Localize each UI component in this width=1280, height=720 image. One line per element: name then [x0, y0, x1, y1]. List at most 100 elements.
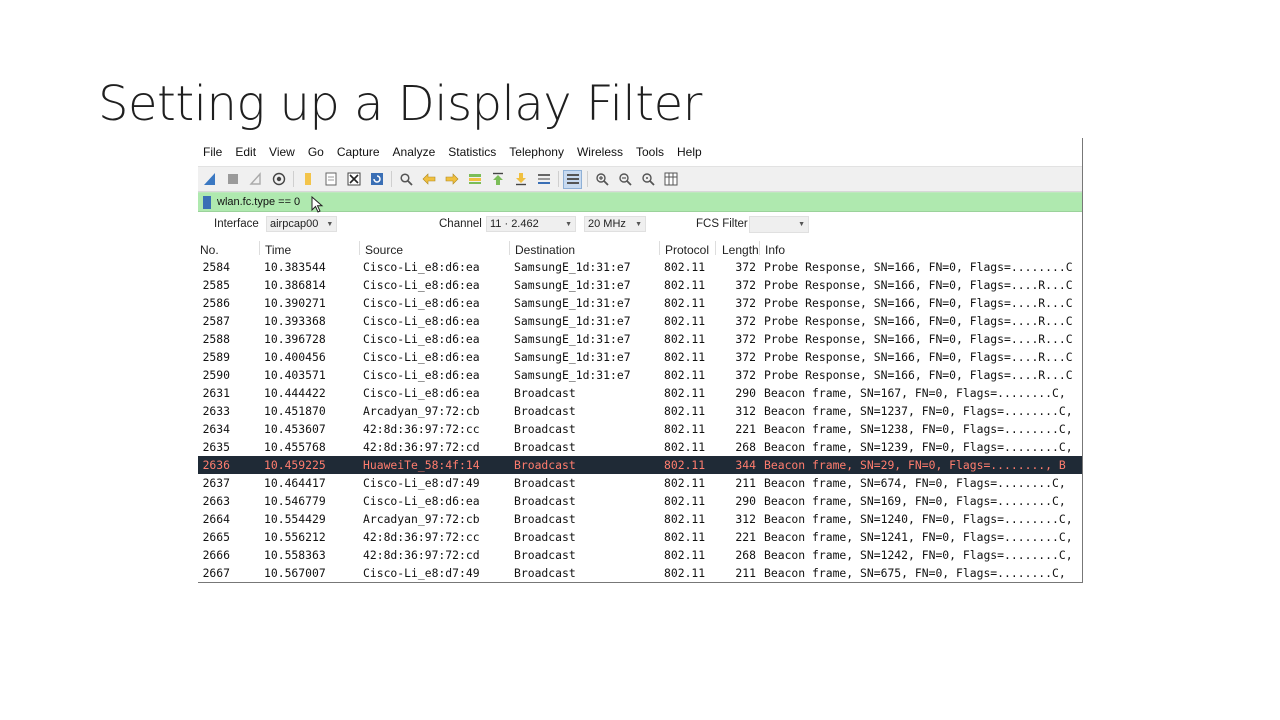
table-row[interactable]: 2584 10.383544 Cisco-Li_e8:d6:ea SamsungE_1…	[198, 258, 1082, 276]
menu-help[interactable]: Help	[677, 145, 702, 159]
packet-time: 10.554429	[264, 512, 326, 526]
menu-view[interactable]: View	[269, 145, 295, 159]
display-filter-input[interactable]: wlan.fc.type == 0	[217, 196, 300, 208]
display-filter-bar[interactable]: wlan.fc.type == 0	[198, 192, 1082, 213]
menu-capture[interactable]: Capture	[337, 145, 380, 159]
shark-fin-start-icon[interactable]	[200, 170, 219, 189]
packet-info: Beacon frame, SN=1242, FN=0, Flags=.....…	[764, 548, 1073, 562]
main-toolbar	[198, 166, 1082, 192]
packet-source: Cisco-Li_e8:d6:ea	[363, 296, 480, 310]
packet-info: Beacon frame, SN=169, FN=0, Flags=......…	[764, 494, 1066, 508]
menu-file[interactable]: File	[203, 145, 222, 159]
packet-protocol: 802.11	[664, 440, 706, 454]
close-file-icon[interactable]	[344, 170, 363, 189]
menu-wireless[interactable]: Wireless	[577, 145, 623, 159]
restart-icon[interactable]	[246, 170, 265, 189]
table-row[interactable]: 2588 10.396728 Cisco-Li_e8:d6:ea SamsungE_1…	[198, 330, 1082, 348]
packet-destination: SamsungE_1d:31:e7	[514, 296, 631, 310]
interface-select[interactable]: airpcap00 ▼	[266, 216, 338, 232]
table-row[interactable]: 2666 10.558363 42:8d:36:97:72:cd Broadcast 8…	[198, 546, 1082, 564]
options-icon[interactable]	[269, 170, 288, 189]
first-packet-icon[interactable]	[488, 170, 507, 189]
column-separator[interactable]	[259, 241, 260, 255]
menu-analyze[interactable]: Analyze	[393, 145, 436, 159]
resize-columns-icon[interactable]	[661, 170, 680, 189]
colorize-icon[interactable]	[563, 169, 582, 189]
autoscroll-icon[interactable]	[534, 170, 553, 189]
column-separator[interactable]	[659, 241, 660, 255]
last-packet-icon[interactable]	[511, 170, 530, 189]
packet-protocol: 802.11	[664, 350, 706, 364]
forward-icon[interactable]	[442, 170, 461, 189]
stop-icon[interactable]	[223, 170, 242, 189]
fcs-filter-select[interactable]: ▼	[749, 216, 809, 233]
table-row[interactable]: 2635 10.455768 42:8d:36:97:72:cd Broadcast 8…	[198, 438, 1082, 456]
packet-number: 2587	[202, 314, 230, 328]
packet-time: 10.386814	[264, 278, 326, 292]
menu-tools[interactable]: Tools	[636, 145, 664, 159]
table-row[interactable]: 2633 10.451870 Arcadyan_97:72:cb Broadcast 8…	[198, 402, 1082, 420]
packet-info: Probe Response, SN=166, FN=0, Flags=....…	[764, 332, 1073, 346]
packet-time: 10.453607	[264, 422, 326, 436]
dropdown-arrow-icon: ▼	[798, 221, 805, 228]
packet-protocol: 802.11	[664, 386, 706, 400]
column-info[interactable]: Info	[765, 243, 785, 257]
packet-time: 10.400456	[264, 350, 326, 364]
table-row-selected[interactable]: 2636 10.459225 HuaweiTe_58:4f:14 Broadcast 8…	[198, 456, 1082, 474]
packet-list: 2584 10.383544 Cisco-Li_e8:d6:ea SamsungE_1…	[198, 258, 1082, 582]
packet-time: 10.556212	[264, 530, 326, 544]
packet-length: 290	[735, 494, 756, 508]
packet-number: 2585	[202, 278, 230, 292]
menu-telephony[interactable]: Telephony	[509, 145, 564, 159]
bookmark-icon[interactable]	[203, 195, 211, 209]
packet-length: 372	[735, 314, 756, 328]
back-icon[interactable]	[419, 170, 438, 189]
packet-source: Arcadyan_97:72:cb	[363, 512, 480, 526]
channel-select[interactable]: 11 · 2.462 ▼	[486, 216, 576, 232]
find-icon[interactable]	[396, 170, 415, 189]
column-separator[interactable]	[715, 241, 716, 255]
table-row[interactable]: 2637 10.464417 Cisco-Li_e8:d7:49 Broadcast 8…	[198, 474, 1082, 492]
table-row[interactable]: 2631 10.444422 Cisco-Li_e8:d6:ea Broadcast 8…	[198, 384, 1082, 402]
menu-edit[interactable]: Edit	[235, 145, 256, 159]
packet-destination: SamsungE_1d:31:e7	[514, 350, 631, 364]
column-length[interactable]: Length	[722, 243, 759, 257]
table-row[interactable]: 2585 10.386814 Cisco-Li_e8:d6:ea SamsungE_1…	[198, 276, 1082, 294]
packet-length: 372	[735, 278, 756, 292]
menu-statistics[interactable]: Statistics	[448, 145, 496, 159]
column-separator[interactable]	[359, 241, 360, 255]
packet-info: Beacon frame, SN=1240, FN=0, Flags=.....…	[764, 512, 1073, 526]
zoom-out-icon[interactable]	[615, 170, 634, 189]
channel-width-select[interactable]: 20 MHz ▼	[584, 216, 646, 232]
menu-go[interactable]: Go	[308, 145, 324, 159]
go-to-packet-icon[interactable]	[465, 170, 484, 189]
table-row[interactable]: 2589 10.400456 Cisco-Li_e8:d6:ea SamsungE_1…	[198, 348, 1082, 366]
file-icon[interactable]	[321, 170, 340, 189]
reload-icon[interactable]	[367, 170, 386, 189]
packet-source: Cisco-Li_e8:d6:ea	[363, 386, 480, 400]
table-row[interactable]: 2667 10.567007 Cisco-Li_e8:d7:49 Broadcast 8…	[198, 564, 1082, 582]
table-row[interactable]: 2665 10.556212 42:8d:36:97:72:cc Broadcast 8…	[198, 528, 1082, 546]
normal-size-icon[interactable]	[638, 170, 657, 189]
table-row[interactable]: 2664 10.554429 Arcadyan_97:72:cb Broadcast 8…	[198, 510, 1082, 528]
column-separator[interactable]	[509, 241, 510, 255]
channel-width-value: 20 MHz	[588, 218, 626, 230]
column-time[interactable]: Time	[265, 243, 291, 257]
packet-source: Cisco-Li_e8:d7:49	[363, 566, 480, 580]
table-row[interactable]: 2587 10.393368 Cisco-Li_e8:d6:ea SamsungE_1…	[198, 312, 1082, 330]
packet-destination: Broadcast	[514, 566, 576, 580]
zoom-in-icon[interactable]	[592, 170, 611, 189]
table-row[interactable]: 2634 10.453607 42:8d:36:97:72:cc Broadcast 8…	[198, 420, 1082, 438]
open-folder-icon[interactable]	[298, 170, 317, 189]
table-row[interactable]: 2663 10.546779 Cisco-Li_e8:d6:ea Broadcast 8…	[198, 492, 1082, 510]
column-no[interactable]: No.	[200, 243, 219, 257]
table-row[interactable]: 2586 10.390271 Cisco-Li_e8:d6:ea SamsungE_1…	[198, 294, 1082, 312]
column-separator[interactable]	[759, 241, 760, 255]
dropdown-arrow-icon: ▼	[635, 220, 642, 228]
packet-number: 2667	[202, 566, 230, 580]
column-destination[interactable]: Destination	[515, 243, 575, 257]
packet-destination: Broadcast	[514, 476, 576, 490]
column-source[interactable]: Source	[365, 243, 403, 257]
table-row[interactable]: 2590 10.403571 Cisco-Li_e8:d6:ea SamsungE_1…	[198, 366, 1082, 384]
column-protocol[interactable]: Protocol	[665, 243, 709, 257]
